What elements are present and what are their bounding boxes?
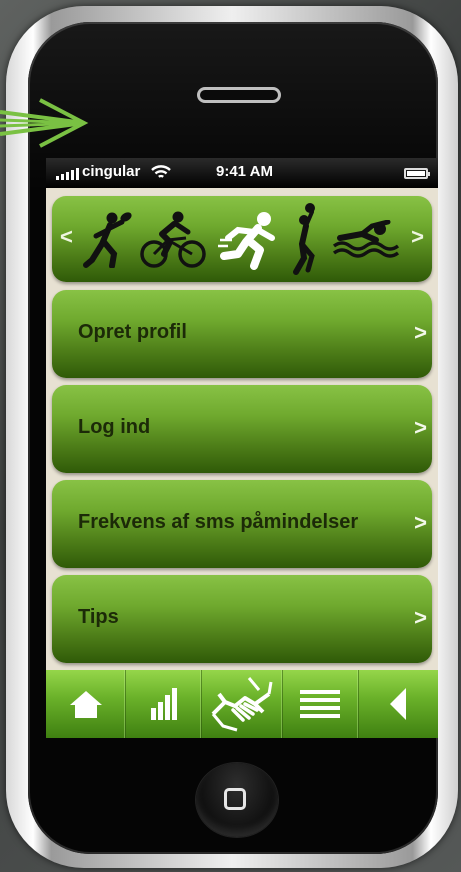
home-icon [69,691,102,718]
phone-screen: cingular 9:41 AM < > Opret profil > Log … [46,158,438,738]
home-square-icon [224,788,246,810]
tab-home[interactable] [46,670,127,738]
menu-item-label: Opret profil [78,321,187,343]
tab-bar [46,670,438,738]
earpiece-speaker [197,87,281,103]
tab-back[interactable] [359,670,438,738]
sports-selector: < > [52,196,432,282]
menu-item-log-ind[interactable]: Log ind > [52,385,432,473]
signal-bars-icon [56,168,79,180]
menu-item-label: Log ind [78,416,151,438]
tab-stats[interactable] [126,670,203,738]
menu-item-label: Frekvens af sms påmindelser [78,511,359,533]
cyclist-icon[interactable] [140,210,206,270]
rugby-player-icon[interactable] [82,210,134,268]
menu-item-tips[interactable]: Tips > [52,575,432,663]
chevron-right-icon: > [414,415,427,440]
arrow-logo-icon [0,98,89,148]
sports-next-button[interactable]: > [411,224,424,250]
status-bar: cingular 9:41 AM [46,158,438,188]
list-icon [300,690,341,718]
menu-item-label: Tips [78,606,119,628]
basketball-player-icon[interactable] [288,202,322,276]
menu-item-opret-profil[interactable]: Opret profil > [52,290,432,378]
sports-prev-button[interactable]: < [60,224,73,250]
chevron-right-icon: > [414,510,427,535]
chevron-right-icon: > [414,605,427,630]
runner-icon[interactable] [218,210,280,270]
battery-icon [404,168,430,179]
chevron-right-icon: > [414,320,427,345]
home-button[interactable] [196,763,278,837]
tab-list[interactable] [283,670,359,738]
back-triangle-icon [390,688,407,720]
menu-item-sms-frequency[interactable]: Frekvens af sms påmindelser > [52,480,432,568]
swimmer-icon[interactable] [332,220,404,258]
wifi-icon [151,165,171,178]
handshake-icon [211,677,273,732]
status-time: 9:41 AM [216,163,273,180]
carrier-name: cingular [82,163,141,180]
tab-handshake[interactable] [202,670,283,738]
stats-bars-icon [150,688,177,720]
